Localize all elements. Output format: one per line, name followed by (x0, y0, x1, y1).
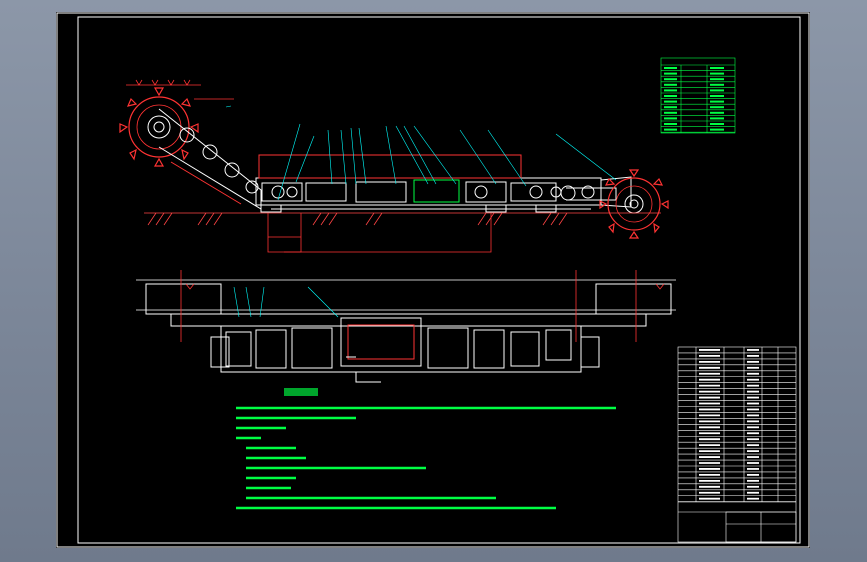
side-view (119, 79, 669, 253)
plan-view (136, 270, 676, 383)
technical-parameters-table (660, 57, 736, 134)
right-cutter-drum (599, 169, 669, 239)
plan-leader-lines (233, 286, 339, 318)
machine-body (255, 154, 602, 213)
plan-body (170, 313, 647, 383)
left-cutter-drum (119, 87, 199, 167)
ground-line (144, 212, 661, 226)
plan-left-drum (145, 283, 222, 315)
plan-red-marks (180, 270, 665, 342)
reference-outline (267, 213, 492, 253)
parts-list-title-block (677, 346, 797, 543)
leader-lines (225, 105, 617, 201)
cad-viewport[interactable] (56, 12, 810, 548)
technical-requirements-notes (236, 388, 616, 510)
cad-drawing (56, 12, 810, 548)
cutting-profile-marks (126, 79, 234, 100)
left-ranging-arm (158, 108, 262, 210)
